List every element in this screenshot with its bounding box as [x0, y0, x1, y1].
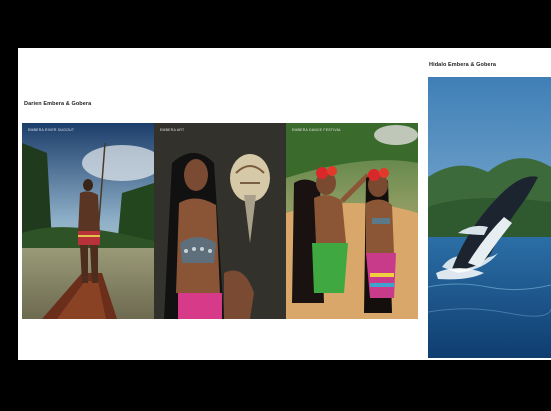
- slide-canvas: Darien Embera & Gobera Hidalo Embera & G…: [18, 48, 551, 360]
- photo-caption: EMBERA DANCE FESTIVAL: [292, 128, 342, 132]
- section-title-left: Darien Embera & Gobera: [24, 101, 92, 107]
- photo-caption: EMBERA ART: [160, 128, 185, 132]
- photo-embera-art[interactable]: EMBERA ART: [154, 123, 286, 319]
- photo-river-dugout[interactable]: EMBERA RIVER DUGOUT: [22, 123, 154, 319]
- photo-caption: EMBERA RIVER DUGOUT: [28, 128, 75, 132]
- photo-humpback-whale[interactable]: [428, 77, 551, 358]
- section-title-right: Hidalo Embera & Gobera: [429, 62, 496, 68]
- photo-embera-dance[interactable]: EMBERA DANCE FESTIVAL: [286, 123, 418, 319]
- video-frame: Darien Embera & Gobera Hidalo Embera & G…: [0, 0, 551, 411]
